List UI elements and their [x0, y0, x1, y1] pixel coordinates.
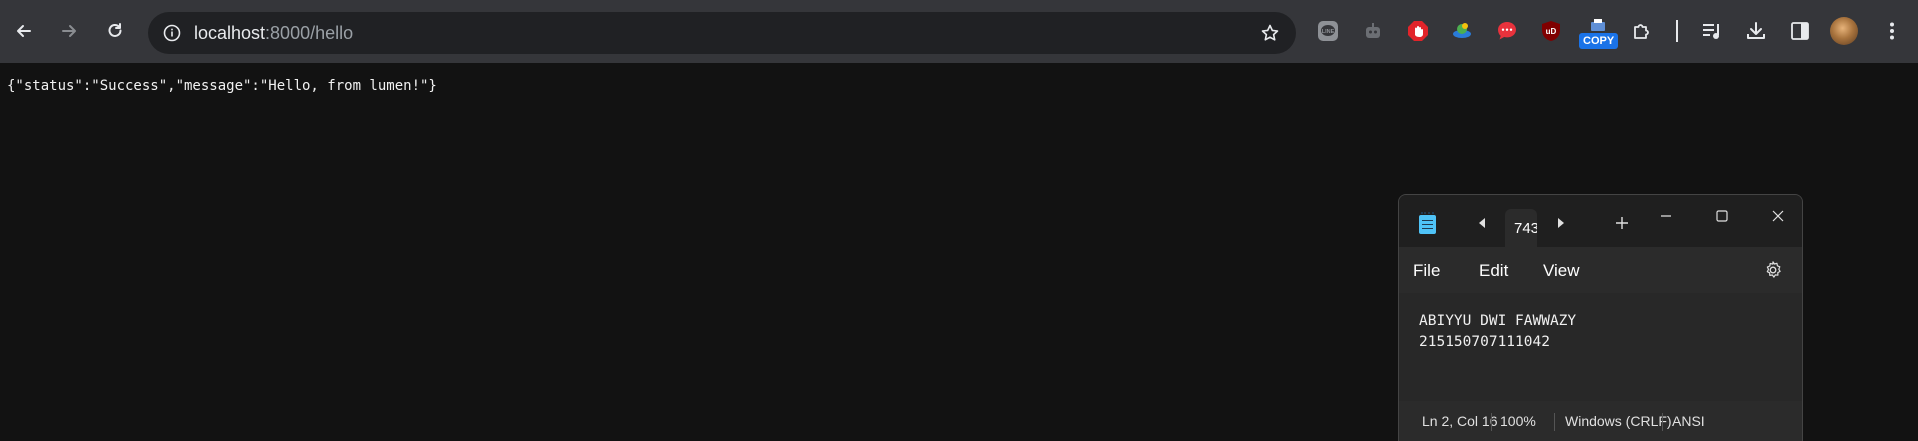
music-queue-icon	[1703, 24, 1719, 39]
puzzle-icon	[1634, 24, 1649, 39]
status-divider	[1554, 413, 1555, 431]
line-icon: LINE	[1318, 21, 1338, 41]
chat-extension[interactable]	[1492, 16, 1522, 46]
media-control-button[interactable]	[1697, 16, 1727, 46]
notepad-icon	[1419, 212, 1436, 234]
profile-avatar[interactable]	[1830, 17, 1858, 45]
notepad-editor[interactable]: ABIYYU DWI FAWWAZY 215150707111042	[1399, 293, 1802, 401]
notepad-titlebar[interactable]: 743	[1399, 195, 1802, 247]
toolbar-separator	[1676, 20, 1678, 42]
reload-button[interactable]	[97, 13, 133, 49]
menu-edit[interactable]: Edit	[1479, 261, 1508, 281]
forward-button[interactable]	[51, 13, 87, 49]
reload-icon	[108, 23, 122, 37]
settings-button[interactable]	[1762, 259, 1784, 281]
new-tab-button[interactable]	[1611, 212, 1633, 234]
close-icon	[1772, 210, 1784, 222]
status-zoom[interactable]: 100%	[1500, 413, 1536, 429]
close-button[interactable]	[1763, 203, 1793, 229]
side-panel-button[interactable]	[1785, 16, 1815, 46]
menu-file[interactable]: File	[1413, 261, 1440, 281]
photo-icon	[1453, 23, 1471, 38]
download-icon	[1747, 22, 1765, 39]
url-path: :8000/hello	[265, 23, 354, 43]
notepad-tab[interactable]: 743	[1505, 209, 1537, 247]
browser-menu-button[interactable]	[1877, 16, 1907, 46]
maximize-icon	[1716, 210, 1728, 222]
star-icon	[1261, 24, 1279, 41]
url-host: localhost	[194, 23, 266, 43]
browser-toolbar: localhost:8000/hello LINE uD COPY	[0, 0, 1918, 63]
status-divider	[1491, 413, 1492, 431]
status-line-ending: Windows (CRLF)	[1565, 413, 1672, 429]
ublock-extension[interactable]: uD	[1536, 16, 1566, 46]
more-vertical-icon	[1890, 22, 1894, 40]
notepad-tab-label: 743	[1514, 220, 1537, 237]
url-text[interactable]: localhost:8000/hello	[194, 23, 353, 44]
tab-scroll-left-button[interactable]	[1472, 213, 1492, 233]
minimize-icon	[1661, 215, 1671, 217]
content-line-1: ABIYYU DWI FAWWAZY	[1419, 313, 1577, 329]
arrow-right-icon	[62, 25, 76, 37]
caret-right-icon	[1558, 218, 1564, 228]
ublock-icon: uD	[1542, 21, 1560, 41]
robot-icon	[1366, 23, 1380, 38]
maximize-button[interactable]	[1707, 203, 1737, 229]
status-encoding: ANSI	[1672, 413, 1705, 429]
status-cursor-position: Ln 2, Col 16	[1422, 413, 1498, 429]
line-extension[interactable]: LINE	[1313, 16, 1343, 46]
stop-extension[interactable]	[1403, 16, 1433, 46]
plus-icon	[1616, 217, 1628, 229]
robot-extension[interactable]	[1358, 16, 1388, 46]
copy-badge: COPY	[1579, 33, 1619, 49]
back-button[interactable]	[6, 13, 42, 49]
stop-hand-icon	[1408, 21, 1428, 41]
json-response: {"status":"Success","message":"Hello, fr…	[7, 78, 437, 94]
photo-extension[interactable]	[1447, 16, 1477, 46]
notepad-menubar: File Edit View	[1399, 247, 1802, 293]
notepad-statusbar: Ln 2, Col 16 100% Windows (CRLF) ANSI	[1399, 401, 1802, 441]
info-icon	[163, 24, 181, 42]
svg-text:uD: uD	[1546, 27, 1557, 36]
site-info-button[interactable]	[156, 17, 188, 49]
gear-icon	[1766, 261, 1781, 278]
side-panel-icon	[1791, 22, 1809, 40]
address-bar[interactable]: localhost:8000/hello	[148, 12, 1296, 54]
content-line-2: 215150707111042	[1419, 334, 1550, 350]
status-divider	[1662, 413, 1663, 431]
notepad-window[interactable]: 743 File Edit View ABIYYU DWI FAWWAZY 215…	[1398, 194, 1803, 441]
notepad-content[interactable]: ABIYYU DWI FAWWAZY 215150707111042	[1419, 311, 1576, 353]
caret-left-icon	[1479, 218, 1485, 228]
arrow-left-icon	[17, 25, 31, 37]
svg-text:LINE: LINE	[1322, 29, 1335, 35]
bookmark-button[interactable]	[1254, 17, 1286, 49]
chat-bubble-icon	[1498, 22, 1516, 40]
downloads-button[interactable]	[1741, 16, 1771, 46]
extensions-button[interactable]	[1627, 16, 1657, 46]
tab-scroll-right-button[interactable]	[1551, 213, 1571, 233]
menu-view[interactable]: View	[1543, 261, 1580, 281]
minimize-button[interactable]	[1651, 203, 1681, 229]
